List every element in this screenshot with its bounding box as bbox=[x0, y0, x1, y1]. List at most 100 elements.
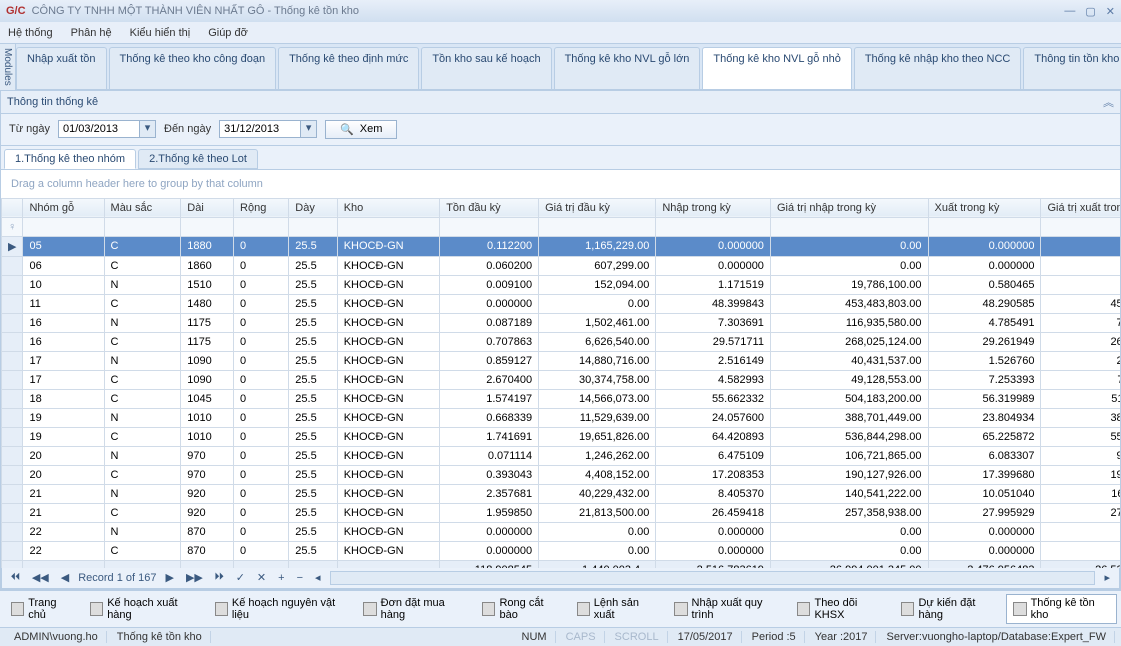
filter-cell[interactable] bbox=[770, 217, 928, 236]
column-header[interactable]: Kho bbox=[337, 198, 440, 217]
maximize-icon[interactable]: ▢ bbox=[1085, 5, 1095, 18]
table-row[interactable]: 22C870025.5KHOCĐ-GN0.0000000.000.0000000… bbox=[2, 541, 1121, 560]
table-cell: 25.5 bbox=[289, 313, 337, 332]
nav-last-icon[interactable]: 🞂🞂 bbox=[212, 571, 227, 584]
column-header[interactable]: Giá trị đầu kỳ bbox=[539, 198, 656, 217]
dropdown-icon[interactable]: ▾ bbox=[300, 121, 316, 137]
subtab[interactable]: 2.Thống kê theo Lot bbox=[138, 149, 258, 169]
column-header[interactable]: Xuất trong kỳ bbox=[928, 198, 1041, 217]
nav-back-icon[interactable]: ◂ bbox=[312, 571, 324, 584]
table-row[interactable]: 17C1090025.5KHOCĐ-GN2.67040030,374,758.0… bbox=[2, 370, 1121, 389]
collapse-icon[interactable]: ︽ bbox=[1103, 94, 1114, 110]
doc-tab[interactable]: Thống kê theo kho công đoạn bbox=[109, 47, 277, 89]
toolbar-button[interactable]: Trang chủ bbox=[4, 594, 81, 624]
filter-cell[interactable] bbox=[181, 217, 234, 236]
nav-scroll-right-icon[interactable]: ▸ bbox=[1101, 571, 1113, 584]
column-header[interactable]: Giá trị xuất trong kỳ bbox=[1041, 198, 1120, 217]
to-date-input[interactable]: ▾ bbox=[219, 120, 317, 138]
close-icon[interactable]: ✕ bbox=[1106, 5, 1115, 18]
table-row[interactable]: 20N970025.5KHOCĐ-GN0.0711141,246,262.006… bbox=[2, 446, 1121, 465]
table-row[interactable]: 19C1010025.5KHOCĐ-GN1.74169119,651,826.0… bbox=[2, 427, 1121, 446]
column-header[interactable]: Tồn đầu kỳ bbox=[440, 198, 539, 217]
minimize-icon[interactable]: — bbox=[1064, 5, 1075, 18]
column-header[interactable]: Rộng bbox=[234, 198, 289, 217]
table-row[interactable]: 06C1860025.5KHOCĐ-GN0.060200607,299.000.… bbox=[2, 256, 1121, 275]
from-date-field[interactable] bbox=[59, 121, 139, 137]
menu-item[interactable]: Hệ thống bbox=[8, 27, 53, 39]
view-button[interactable]: 🔍 Xem bbox=[325, 120, 397, 139]
table-cell: KHOCĐ-GN bbox=[337, 313, 440, 332]
toolbar-button[interactable]: Lệnh sản xuất bbox=[570, 594, 666, 624]
table-row[interactable]: 18C1045025.5KHOCĐ-GN1.57419714,566,073.0… bbox=[2, 389, 1121, 408]
side-modules-tab[interactable]: Modules bbox=[0, 44, 16, 90]
table-row[interactable]: 22N870025.5KHOCĐ-GN0.0000000.000.0000000… bbox=[2, 522, 1121, 541]
toolbar-button[interactable]: Rong cắt bào bbox=[475, 594, 567, 624]
grid-scroll[interactable]: Nhóm gỗMàu sắcDàiRộngDàyKhoTồn đầu kỳGiá… bbox=[1, 198, 1120, 568]
column-header[interactable]: Dày bbox=[289, 198, 337, 217]
group-by-hint[interactable]: Drag a column header here to group by th… bbox=[1, 170, 1120, 198]
to-date-field[interactable] bbox=[220, 121, 300, 137]
toolbar-button[interactable]: Dự kiến đặt hàng bbox=[894, 594, 1004, 624]
doc-tab[interactable]: Thống kê kho NVL gỗ nhỏ bbox=[702, 47, 851, 89]
nav-remove-icon[interactable]: − bbox=[294, 572, 306, 584]
table-cell: 920 bbox=[181, 503, 234, 522]
table-cell: 0.000000 bbox=[928, 541, 1041, 560]
table-row[interactable]: 17N1090025.5KHOCĐ-GN0.85912714,880,716.0… bbox=[2, 351, 1121, 370]
nav-prev-page-icon[interactable]: ◀◀ bbox=[29, 571, 52, 584]
filter-cell[interactable] bbox=[928, 217, 1041, 236]
toolbar-button[interactable]: Đơn đặt mua hàng bbox=[356, 594, 473, 624]
table-cell: 382,605,930.00 bbox=[1041, 408, 1120, 427]
nav-add-icon[interactable]: + bbox=[275, 572, 287, 584]
table-cell: 265,935,365.00 bbox=[1041, 332, 1120, 351]
doc-tab[interactable]: Tồn kho sau kế hoạch bbox=[421, 47, 551, 89]
filter-cell[interactable] bbox=[234, 217, 289, 236]
filter-cell[interactable] bbox=[539, 217, 656, 236]
filter-cell[interactable] bbox=[1041, 217, 1120, 236]
menu-item[interactable]: Giúp đỡ bbox=[208, 27, 248, 39]
menu-item[interactable]: Kiểu hiển thị bbox=[130, 27, 191, 39]
doc-tab[interactable]: Nhập xuất tồn bbox=[16, 47, 107, 89]
table-row[interactable]: 16C1175025.5KHOCĐ-GN0.7078636,626,540.00… bbox=[2, 332, 1121, 351]
table-row[interactable]: 16N1175025.5KHOCĐ-GN0.0871891,502,461.00… bbox=[2, 313, 1121, 332]
table-row[interactable]: 10N1510025.5KHOCĐ-GN0.009100152,094.001.… bbox=[2, 275, 1121, 294]
toolbar-button[interactable]: Thống kê tồn kho bbox=[1006, 594, 1117, 624]
filter-cell[interactable] bbox=[23, 217, 104, 236]
nav-prev-icon[interactable]: ◀ bbox=[58, 571, 72, 584]
table-cell: 17 bbox=[23, 351, 104, 370]
toolbar-button[interactable]: Theo dõi KHSX bbox=[790, 594, 892, 624]
menu-item[interactable]: Phân hệ bbox=[71, 27, 112, 39]
nav-next-icon[interactable]: ▶ bbox=[162, 571, 176, 584]
table-row[interactable]: 20C970025.5KHOCĐ-GN0.3930434,408,152.001… bbox=[2, 465, 1121, 484]
from-date-input[interactable]: ▾ bbox=[58, 120, 156, 138]
table-row[interactable]: 11C1480025.5KHOCĐ-GN0.0000000.0048.39984… bbox=[2, 294, 1121, 313]
column-header[interactable]: Nhập trong kỳ bbox=[656, 198, 771, 217]
filter-cell[interactable] bbox=[440, 217, 539, 236]
doc-tab[interactable]: Thống kê theo định mức bbox=[278, 47, 419, 89]
filter-cell[interactable] bbox=[337, 217, 440, 236]
doc-tab[interactable]: Thông tin tồn kho bbox=[1023, 47, 1121, 89]
column-header[interactable]: Màu sắc bbox=[104, 198, 181, 217]
nav-accept-icon[interactable]: ✓ bbox=[233, 571, 248, 584]
nav-first-icon[interactable]: 🞀🞀 bbox=[8, 571, 23, 584]
table-row[interactable]: 19N1010025.5KHOCĐ-GN0.66833911,529,639.0… bbox=[2, 408, 1121, 427]
filter-cell[interactable] bbox=[289, 217, 337, 236]
horizontal-scrollbar[interactable] bbox=[330, 571, 1096, 585]
filter-cell[interactable] bbox=[656, 217, 771, 236]
table-row[interactable]: 21N920025.5KHOCĐ-GN2.35768140,229,432.00… bbox=[2, 484, 1121, 503]
toolbar-button[interactable]: Kế hoạch xuất hàng bbox=[83, 594, 206, 624]
doc-tab[interactable]: Thống kê kho NVL gỗ lớn bbox=[554, 47, 701, 89]
doc-tab[interactable]: Thống kê nhập kho theo NCC bbox=[854, 47, 1022, 89]
dropdown-icon[interactable]: ▾ bbox=[139, 121, 155, 137]
table-cell: 1,165,229.00 bbox=[539, 236, 656, 256]
column-header[interactable]: Giá trị nhập trong kỳ bbox=[770, 198, 928, 217]
column-header[interactable]: Nhóm gỗ bbox=[23, 198, 104, 217]
nav-cancel-icon[interactable]: ✕ bbox=[254, 571, 269, 584]
subtab[interactable]: 1.Thống kê theo nhóm bbox=[4, 149, 136, 169]
column-header[interactable]: Dài bbox=[181, 198, 234, 217]
table-row[interactable]: ▶05C1880025.5KHOCĐ-GN0.1122001,165,229.0… bbox=[2, 236, 1121, 256]
toolbar-button[interactable]: Kế hoạch nguyên vật liệu bbox=[208, 594, 355, 624]
nav-next-page-icon[interactable]: ▶▶ bbox=[183, 571, 206, 584]
table-row[interactable]: 21C920025.5KHOCĐ-GN1.95985021,813,500.00… bbox=[2, 503, 1121, 522]
filter-cell[interactable] bbox=[104, 217, 181, 236]
toolbar-button[interactable]: Nhập xuất quy trình bbox=[667, 594, 788, 624]
